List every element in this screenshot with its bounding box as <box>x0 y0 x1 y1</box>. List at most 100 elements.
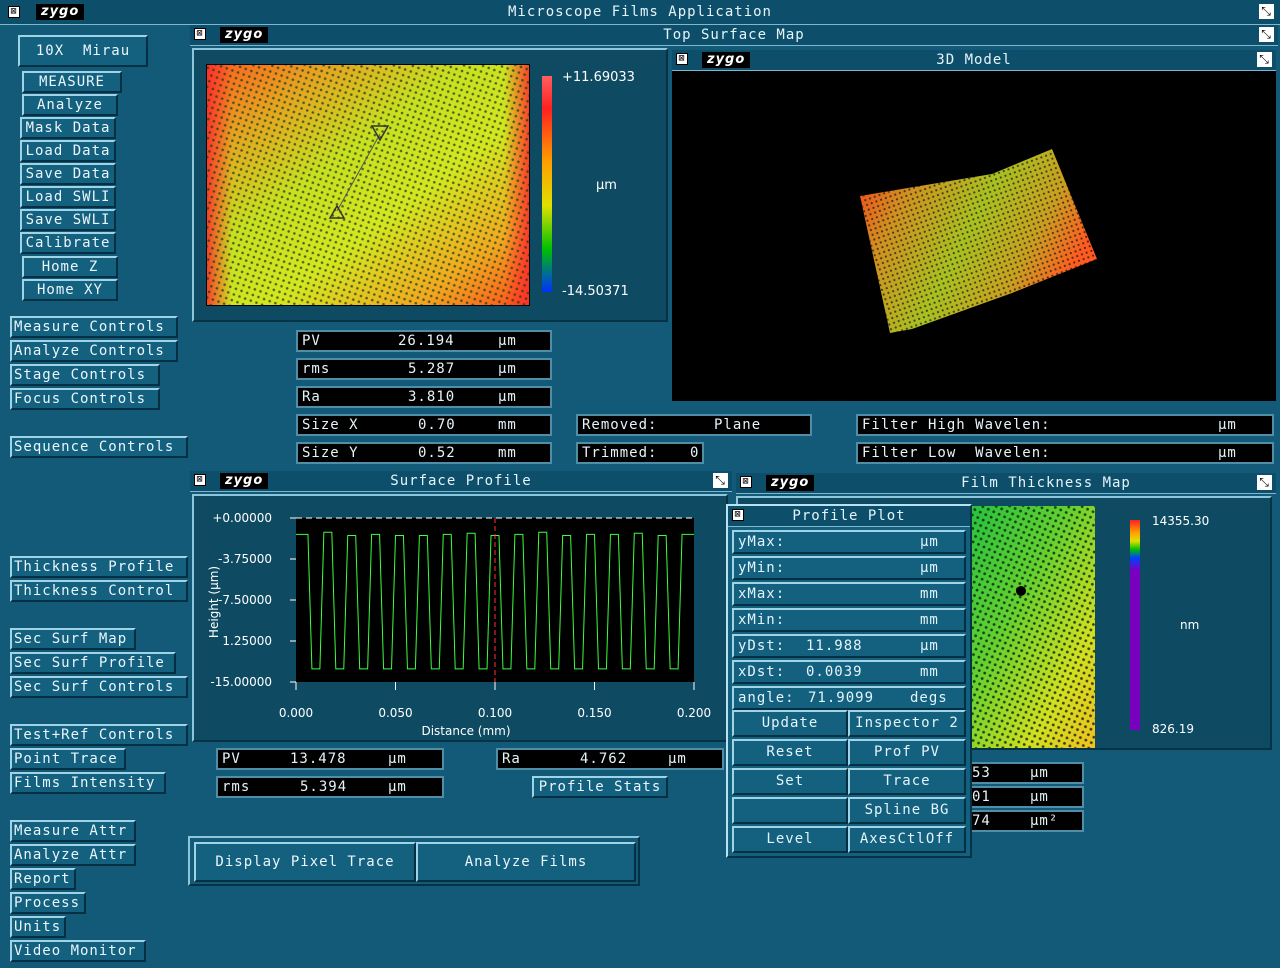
left-menu-button-save-data[interactable]: Save Data <box>20 163 116 185</box>
inspector2-button[interactable]: Inspector 2 <box>848 710 966 737</box>
profile-plot-row-value: 0.0039 <box>806 664 863 680</box>
size-y-field: Size Y 0.52 mm <box>296 442 552 464</box>
left-menu-button-load-data[interactable]: Load Data <box>20 140 116 162</box>
sec-surf-controls-button[interactable]: Sec Surf Controls <box>10 676 188 698</box>
ra-value: 3.810 <box>408 389 456 405</box>
analyze-attr-button[interactable]: Analyze Attr <box>10 844 136 866</box>
maximize-icon[interactable]: ⤡ <box>713 473 728 488</box>
y-tick-label: +0.00000 <box>212 511 272 525</box>
size-x-label: Size X <box>302 417 359 433</box>
left-menu-button-save-swli[interactable]: Save SWLI <box>20 209 116 231</box>
profile-plot-row-ymin: yMin: µm <box>732 556 966 580</box>
zygo-logo: zygo <box>766 475 815 491</box>
profile-ra-field: Ra 4.762 µm <box>496 748 724 770</box>
film-map-colorbar <box>1130 520 1140 730</box>
sequence-controls-button[interactable]: Sequence Controls <box>10 436 188 458</box>
window-menu-icon[interactable]: ⊠ <box>740 476 752 488</box>
left-menu-button-home-z[interactable]: Home Z <box>22 256 118 278</box>
thickness-profile-button[interactable]: Thickness Profile <box>10 556 188 578</box>
left-menu-button-home-xy[interactable]: Home XY <box>22 279 118 301</box>
axes-ctl-off-button[interactable]: AxesCtlOff <box>848 826 966 853</box>
blank-button[interactable] <box>732 797 848 824</box>
left-menu-button-mask-data[interactable]: Mask Data <box>20 117 116 139</box>
left-menu-button-load-swli[interactable]: Load SWLI <box>20 186 116 208</box>
sec-surf-map-button[interactable]: Sec Surf Map <box>10 628 136 650</box>
filter-low-unit: µm <box>1218 445 1237 461</box>
left-menu-button-measure[interactable]: MEASURE <box>22 71 122 93</box>
profile-plot-row-unit: µm <box>920 560 939 576</box>
stage-controls-button[interactable]: Stage Controls <box>10 364 160 386</box>
profile-plot-row-unit: mm <box>920 664 939 680</box>
pv-value: 26.194 <box>398 333 455 349</box>
level-button[interactable]: Level <box>732 826 848 853</box>
profile-rms-label: rms <box>222 779 251 795</box>
size-y-value: 0.52 <box>418 445 456 461</box>
video-monitor-button[interactable]: Video Monitor <box>10 940 146 962</box>
window-menu-icon[interactable]: ⊠ <box>194 28 206 40</box>
film-thickness-map-image[interactable] <box>960 506 1095 748</box>
process-button[interactable]: Process <box>10 892 86 914</box>
profile-plot-titlebar: ⊠ Profile Plot <box>728 506 970 527</box>
ra-field: Ra 3.810 µm <box>296 386 552 408</box>
profile-plot-row-label: yMax: <box>738 534 786 550</box>
rms-value: 5.287 <box>408 361 456 377</box>
analyze-films-button[interactable]: Analyze Films <box>416 842 636 882</box>
app-titlebar: ⊠ zygo Microscope Films Application ⤡ <box>0 0 1280 25</box>
top-surface-map-image[interactable] <box>206 64 530 306</box>
display-pixel-trace-button[interactable]: Display Pixel Trace <box>194 842 416 882</box>
focus-controls-button[interactable]: Focus Controls <box>10 388 160 410</box>
top-surface-colorbar <box>542 76 552 292</box>
left-menu-button-calibrate[interactable]: Calibrate <box>20 232 116 254</box>
trimmed-label: Trimmed: <box>582 445 658 461</box>
ra-unit: µm <box>498 389 517 405</box>
film-stat-unit-2: µm <box>1030 789 1049 805</box>
sec-surf-profile-button[interactable]: Sec Surf Profile <box>10 652 176 674</box>
update-button[interactable]: Update <box>732 710 848 737</box>
prof-pv-button[interactable]: Prof PV <box>848 739 966 766</box>
set-button[interactable]: Set <box>732 768 848 795</box>
rms-unit: µm <box>498 361 517 377</box>
y-axis-label: Height (µm) <box>207 566 221 638</box>
measure-attr-button[interactable]: Measure Attr <box>10 820 136 842</box>
films-intensity-button[interactable]: Films Intensity <box>10 772 166 794</box>
size-y-label: Size Y <box>302 445 359 461</box>
window-menu-icon[interactable]: ⊠ <box>8 6 20 18</box>
profile-pv-unit: µm <box>388 751 407 767</box>
profile-ra-value: 4.762 <box>580 751 628 767</box>
profile-plot-row-unit: mm <box>920 586 939 602</box>
test-ref-controls-button[interactable]: Test+Ref Controls <box>10 724 188 746</box>
window-menu-icon[interactable]: ⊠ <box>732 509 744 521</box>
thickness-control-button[interactable]: Thickness Control <box>10 580 188 602</box>
profile-stats-button[interactable]: Profile Stats <box>532 776 668 798</box>
units-button[interactable]: Units <box>10 916 66 938</box>
analyze-controls-button[interactable]: Analyze Controls <box>10 340 178 362</box>
maximize-icon[interactable]: ⤡ <box>1259 27 1274 42</box>
objective-button[interactable]: 10X Mirau <box>18 35 148 67</box>
y-tick-label: 1.25000 <box>222 634 272 648</box>
profile-plot-row-value: 71.9099 <box>808 690 875 706</box>
maximize-icon[interactable]: ⤡ <box>1257 52 1272 67</box>
spline-bg-button[interactable]: Spline BG <box>848 797 966 824</box>
reset-button[interactable]: Reset <box>732 739 848 766</box>
model3d-view[interactable] <box>672 71 1276 401</box>
maximize-icon[interactable]: ⤡ <box>1259 4 1274 19</box>
window-menu-icon[interactable]: ⊠ <box>676 53 688 65</box>
zygo-logo: zygo <box>702 52 751 68</box>
measure-controls-button[interactable]: Measure Controls <box>10 316 178 338</box>
report-button[interactable]: Report <box>10 868 76 890</box>
profile-plot-popup: ⊠ Profile Plot yMax: µm yMin: µm xMax: mm xMin… <box>726 504 972 858</box>
pv-unit: µm <box>498 333 517 349</box>
y-tick-label: -7.50000 <box>218 593 272 607</box>
point-trace-button[interactable]: Point Trace <box>10 748 126 770</box>
profile-plot-row-ydst: yDst: 11.988 µm <box>732 634 966 658</box>
maximize-icon[interactable]: ⤡ <box>1257 475 1272 490</box>
window-menu-icon[interactable]: ⊠ <box>194 474 206 486</box>
surface-profile-chart[interactable]: +0.00000 -3.75000 -7.50000 1.25000 -15.00000… <box>196 498 724 738</box>
left-menu-button-analyze[interactable]: Analyze <box>22 94 118 116</box>
trace-button[interactable]: Trace <box>848 768 966 795</box>
rms-field: rms 5.287 µm <box>296 358 552 380</box>
profile-ra-label: Ra <box>502 751 521 767</box>
model3d-title: 3D Model <box>936 52 1012 68</box>
film-stat-unit-3: µm² <box>1030 813 1059 829</box>
profile-plot-row-unit: µm <box>920 534 939 550</box>
